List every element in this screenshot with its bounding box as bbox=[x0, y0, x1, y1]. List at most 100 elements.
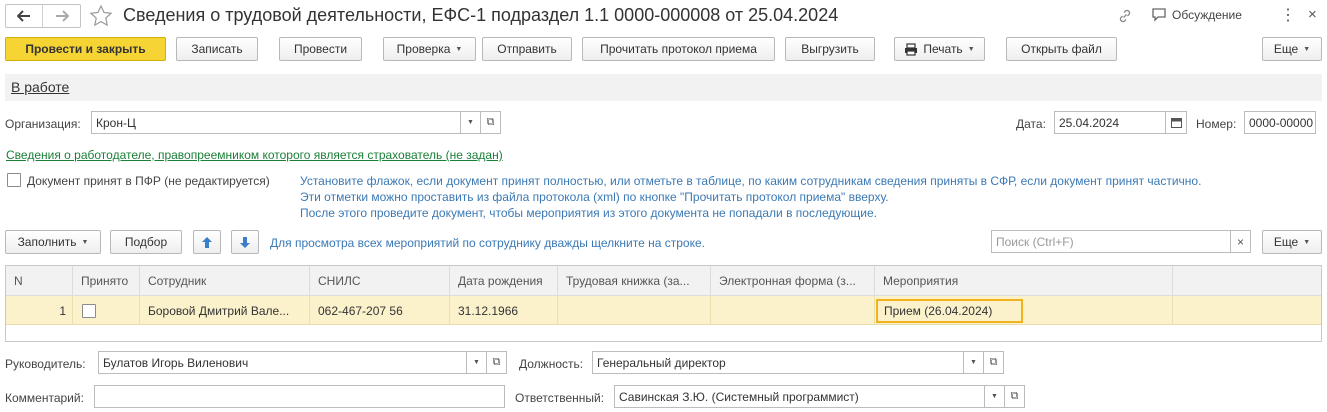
column-header-employee[interactable]: Сотрудник bbox=[140, 266, 310, 296]
chevron-down-icon: ▼ bbox=[473, 359, 480, 366]
date-label: Дата: bbox=[1016, 117, 1046, 131]
column-header-n[interactable]: N bbox=[6, 266, 73, 296]
cell-employee: Боровой Дмитрий Вале... bbox=[140, 296, 310, 325]
select-button[interactable]: Подбор bbox=[110, 230, 182, 254]
calendar-icon bbox=[1170, 118, 1182, 128]
post-button[interactable]: Провести bbox=[279, 37, 362, 61]
arrow-up-icon bbox=[202, 236, 212, 248]
calendar-button[interactable] bbox=[1165, 111, 1187, 134]
responsible-label: Ответственный: bbox=[515, 391, 605, 405]
arrow-right-icon bbox=[55, 10, 69, 22]
comment-field[interactable] bbox=[94, 385, 505, 408]
discussion-button[interactable]: Обсуждение bbox=[1151, 7, 1242, 22]
discussion-label: Обсуждение bbox=[1172, 7, 1242, 22]
more-button[interactable]: Еще ▼ bbox=[1262, 37, 1322, 61]
manager-field[interactable]: Булатов Игорь Виленович bbox=[98, 351, 467, 374]
number-field[interactable]: 0000-00000 bbox=[1244, 111, 1316, 134]
move-up-button[interactable] bbox=[193, 230, 221, 254]
nav-buttons bbox=[5, 4, 81, 28]
chevron-down-icon: ▼ bbox=[467, 119, 474, 126]
table-row[interactable]: 1 Боровой Дмитрий Вале... 062-467-207 56… bbox=[6, 296, 1321, 325]
hint-line2: Эти отметки можно проставить из файла пр… bbox=[300, 190, 889, 204]
position-field[interactable]: Генеральный директор bbox=[592, 351, 964, 374]
search-input[interactable]: Поиск (Ctrl+F) bbox=[991, 230, 1231, 253]
manager-open-button[interactable]: ⧉ bbox=[486, 351, 507, 374]
send-button[interactable]: Отправить bbox=[482, 37, 572, 61]
print-button[interactable]: Печать ▼ bbox=[894, 37, 985, 61]
save-button[interactable]: Записать bbox=[176, 37, 258, 61]
back-button[interactable] bbox=[6, 5, 43, 27]
move-down-button[interactable] bbox=[231, 230, 259, 254]
manager-dropdown-button[interactable]: ▼ bbox=[466, 351, 487, 374]
chat-icon bbox=[1152, 8, 1166, 22]
cell-birth-date: 31.12.1966 bbox=[450, 296, 558, 325]
arrow-left-icon bbox=[17, 10, 30, 22]
close-icon: × bbox=[1236, 234, 1244, 249]
accepted-pfr-label: Документ принят в ПФР (не редактируется) bbox=[27, 174, 270, 188]
number-label: Номер: bbox=[1196, 117, 1237, 131]
cell-snils: 062-467-207 56 bbox=[310, 296, 450, 325]
organization-dropdown-button[interactable]: ▼ bbox=[460, 111, 481, 134]
column-header-accepted[interactable]: Принято bbox=[73, 266, 140, 296]
chevron-down-icon: ▼ bbox=[1303, 238, 1311, 246]
cell-n: 1 bbox=[6, 296, 73, 325]
export-button[interactable]: Выгрузить bbox=[785, 37, 875, 61]
responsible-open-button[interactable]: ⧉ bbox=[1004, 385, 1025, 408]
comment-label: Комментарий: bbox=[5, 391, 84, 405]
cell-events: Прием (26.04.2024) bbox=[875, 296, 1173, 325]
date-field[interactable]: 25.04.2024 bbox=[1054, 111, 1166, 134]
print-label: Печать bbox=[923, 42, 963, 56]
chevron-down-icon: ▼ bbox=[970, 359, 977, 366]
forward-button[interactable] bbox=[43, 5, 80, 27]
chevron-down-icon: ▼ bbox=[81, 238, 89, 246]
column-header-events[interactable]: Мероприятия bbox=[875, 266, 1173, 296]
status-link[interactable]: В работе bbox=[11, 79, 69, 95]
cell-accepted bbox=[73, 296, 140, 325]
responsible-dropdown-button[interactable]: ▼ bbox=[984, 385, 1005, 408]
column-header-electronic-form[interactable]: Электронная форма (з... bbox=[711, 266, 875, 296]
accepted-pfr-checkbox[interactable] bbox=[7, 173, 21, 190]
position-open-button[interactable]: ⧉ bbox=[983, 351, 1004, 374]
open-icon: ⧉ bbox=[486, 116, 495, 128]
more-label: Еще bbox=[1273, 42, 1299, 56]
column-header-snils[interactable]: СНИЛС bbox=[310, 266, 450, 296]
printer-icon bbox=[905, 42, 918, 56]
column-header-birth-date[interactable]: Дата рождения bbox=[450, 266, 558, 296]
arrow-down-icon bbox=[240, 236, 250, 248]
window-title: Сведения о трудовой деятельности, ЕФС-1 … bbox=[123, 5, 839, 25]
fill-label: Заполнить bbox=[17, 235, 77, 249]
open-icon: ⧉ bbox=[989, 356, 998, 368]
position-dropdown-button[interactable]: ▼ bbox=[963, 351, 984, 374]
more-vertical-icon[interactable]: ⋮ bbox=[1280, 5, 1296, 25]
open-icon: ⧉ bbox=[492, 356, 501, 368]
post-and-close-button[interactable]: Провести и закрыть bbox=[5, 37, 166, 61]
responsible-field[interactable]: Савинская З.Ю. (Системный программист) bbox=[614, 385, 985, 408]
chevron-down-icon: ▼ bbox=[967, 45, 975, 53]
read-protocol-button[interactable]: Прочитать протокол приема bbox=[582, 37, 775, 61]
row-accepted-checkbox[interactable] bbox=[82, 303, 96, 318]
chevron-down-icon: ▼ bbox=[455, 45, 463, 53]
manager-label: Руководитель: bbox=[5, 357, 86, 371]
row-number: 1 bbox=[59, 303, 66, 318]
check-button[interactable]: Проверка ▼ bbox=[383, 37, 476, 61]
events-cell-editor[interactable]: Прием (26.04.2024) bbox=[876, 298, 1023, 323]
status-panel bbox=[5, 74, 1322, 101]
employer-link[interactable]: Сведения о работодателе, правопреемником… bbox=[6, 148, 503, 162]
fill-button[interactable]: Заполнить ▼ bbox=[5, 230, 101, 254]
link-icon[interactable] bbox=[1117, 8, 1133, 24]
employees-table: N Принято Сотрудник СНИЛС Дата рождения … bbox=[5, 265, 1322, 342]
hint-line1: Установите флажок, если документ принят … bbox=[300, 174, 1202, 188]
search-clear-button[interactable]: × bbox=[1230, 230, 1251, 253]
chevron-down-icon: ▼ bbox=[991, 393, 998, 400]
column-header-work-book[interactable]: Трудовая книжка (за... bbox=[558, 266, 711, 296]
table-header: N Принято Сотрудник СНИЛС Дата рождения … bbox=[6, 266, 1321, 296]
table-hint: Для просмотра всех мероприятий по сотруд… bbox=[270, 236, 705, 250]
organization-open-button[interactable]: ⧉ bbox=[480, 111, 501, 134]
close-icon[interactable]: × bbox=[1308, 6, 1317, 23]
organization-field[interactable]: Крон-Ц bbox=[91, 111, 461, 134]
open-file-button[interactable]: Открыть файл bbox=[1006, 37, 1117, 61]
cell-electronic-form bbox=[711, 296, 875, 325]
table-more-button[interactable]: Еще ▼ bbox=[1262, 230, 1322, 254]
chevron-down-icon: ▼ bbox=[1303, 45, 1311, 53]
star-icon[interactable] bbox=[90, 5, 112, 26]
